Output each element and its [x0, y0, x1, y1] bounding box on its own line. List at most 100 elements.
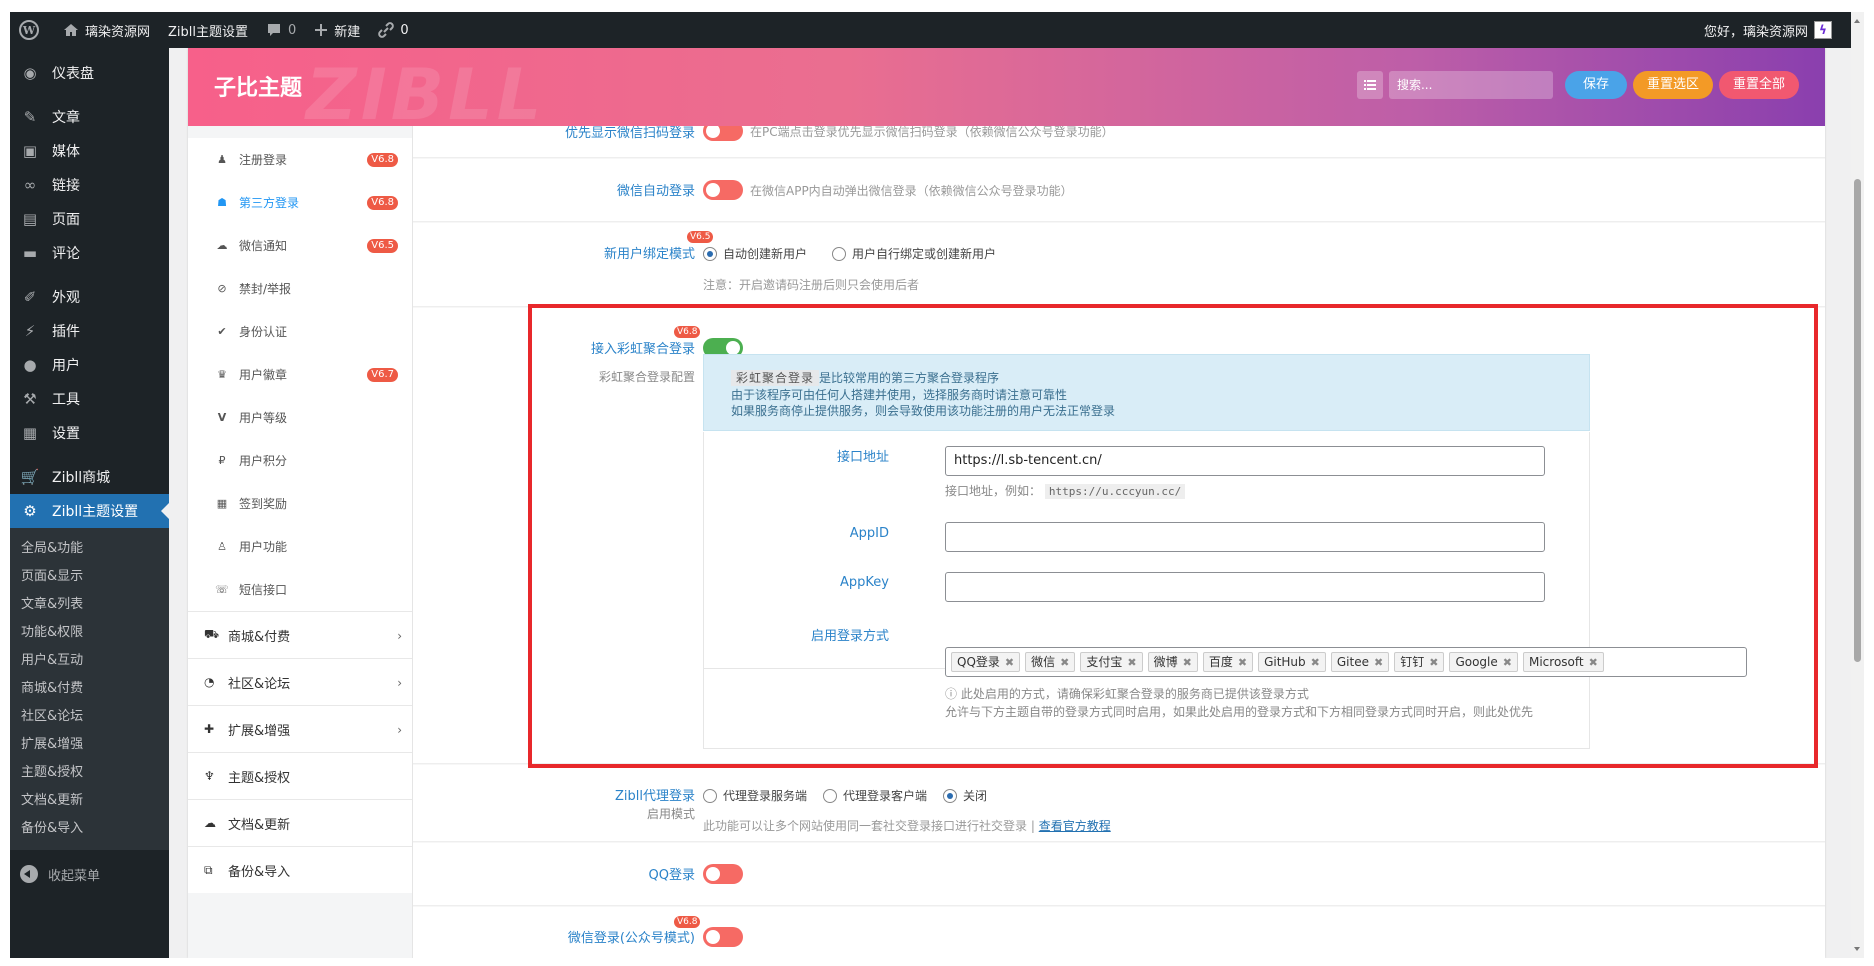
nav-item-badges[interactable]: ♛ 用户徽章 V6.7: [188, 353, 412, 396]
submenu-item[interactable]: 商城&付费: [10, 675, 169, 703]
field-label: Zibll代理登录: [615, 789, 695, 804]
admin-sidebar: ◉ 仪表盘 ✎ 文章 ▣ 媒体 ∞ 链接 ▤ 页面 ▬ 评论 ✐ 外观 ⚡ 插件 ● 用户 ⚒ 工具…: [10, 48, 169, 958]
wechat-auto-toggle[interactable]: [703, 180, 743, 200]
comments-link[interactable]: 0: [257, 12, 305, 48]
nav-section-shop[interactable]: ⛟ 商城&付费 ›: [188, 611, 412, 658]
reset-section-button[interactable]: 重置选区: [1632, 71, 1713, 99]
bind-mode-auto-radio[interactable]: 自动创建新用户: [703, 245, 807, 262]
field-label: 微信自动登录: [616, 184, 695, 199]
check-circle-icon: ✔: [217, 325, 227, 338]
account-menu[interactable]: 您好，璃染资源网 ϟ: [1695, 12, 1851, 48]
save-button[interactable]: 保存: [1564, 71, 1627, 99]
nav-item-wechat-notify[interactable]: ☁ 微信通知 V6.5: [188, 224, 412, 267]
version-badge: V6.8: [674, 916, 701, 928]
nav-item-label: 微信通知: [239, 239, 288, 253]
radio-circle: [703, 788, 717, 803]
sidebar-item-settings[interactable]: ▦ 设置: [10, 416, 169, 450]
scroll-down-icon[interactable]: [1854, 947, 1860, 954]
nav-submenu: ♟ 注册登录 V6.8 ☗ 第三方登录 V6.8 ☁ 微信通知 V6.5 ⊘ 禁封/举报 ✔ 身…: [188, 126, 412, 611]
tutorial-link[interactable]: 查看官方教程: [1039, 819, 1111, 833]
submenu-item[interactable]: 用户&互动: [10, 647, 169, 675]
nav-item-third-party-login[interactable]: ☗ 第三方登录 V6.8: [188, 181, 412, 224]
nav-item-label: 注册登录: [239, 153, 288, 167]
collapse-icon: [20, 865, 38, 883]
page-scrollbar[interactable]: [1851, 12, 1864, 958]
sidebar-item-dashboard[interactable]: ◉ 仪表盘: [10, 56, 169, 90]
trophy-icon: ♛: [217, 368, 227, 381]
nav-item-sms[interactable]: ☏ 短信接口: [188, 568, 412, 611]
nav-item-user-functions[interactable]: ♙ 用户功能: [188, 525, 412, 568]
search-input[interactable]: 搜索...: [1388, 71, 1553, 99]
submenu-item[interactable]: 主题&授权: [10, 759, 169, 787]
scroll-up-icon[interactable]: [1854, 16, 1860, 23]
qq-login-toggle[interactable]: [703, 864, 743, 884]
nav-section-backup[interactable]: ⧉ 备份&导入: [188, 846, 412, 893]
submenu-item[interactable]: 文章&列表: [10, 591, 169, 619]
site-name-link[interactable]: 璃染资源网: [54, 12, 159, 48]
proxy-server-radio[interactable]: 代理登录服务端: [703, 787, 807, 804]
sidebar-item-zibll-settings[interactable]: ⚙ Zibll主题设置: [10, 494, 169, 528]
sidebar-item-label: 页面: [52, 212, 80, 228]
nav-section-label: 文档&更新: [228, 817, 291, 833]
links-link[interactable]: 0: [369, 12, 417, 48]
sidebar-item-media[interactable]: ▣ 媒体: [10, 134, 169, 168]
links-count: 0: [400, 22, 409, 38]
submenu-item[interactable]: 扩展&增强: [10, 731, 169, 759]
wordpress-logo-icon[interactable]: W: [10, 12, 54, 48]
nav-item-points[interactable]: ₽ 用户积分: [188, 439, 412, 482]
new-content-link[interactable]: 新建: [305, 12, 369, 48]
sidebar-item-posts[interactable]: ✎ 文章: [10, 100, 169, 134]
sidebar-item-links[interactable]: ∞ 链接: [10, 168, 169, 202]
submenu-item[interactable]: 页面&显示: [10, 563, 169, 591]
proxy-off-radio[interactable]: 关闭: [943, 787, 987, 804]
nav-section-forum[interactable]: ◔ 社区&论坛 ›: [188, 658, 412, 705]
nav-item-label: 用户功能: [239, 540, 288, 554]
submenu-item[interactable]: 文档&更新: [10, 787, 169, 815]
qq-icon: ☗: [217, 196, 227, 209]
nav-section-label: 商城&付费: [228, 629, 291, 645]
chevron-right-icon: ›: [397, 723, 402, 737]
radio-label: 代理登录客户端: [843, 789, 928, 803]
nav-item-ban-report[interactable]: ⊘ 禁封/举报: [188, 267, 412, 310]
nav-section-license[interactable]: ♆ 主题&授权: [188, 752, 412, 799]
sidebar-item-zibll-shop[interactable]: 🛒 Zibll商城: [10, 460, 169, 494]
nav-item-checkin[interactable]: ▦ 签到奖励: [188, 482, 412, 525]
collapse-menu-button[interactable]: 收起菜单: [10, 856, 169, 892]
nav-section-extend[interactable]: ✚ 扩展&增强 ›: [188, 705, 412, 752]
submenu-item[interactable]: 备份&导入: [10, 815, 169, 843]
wechat-mp-login-toggle[interactable]: [703, 927, 743, 947]
submenu-item[interactable]: 社区&论坛: [10, 703, 169, 731]
top-strip: [0, 0, 1874, 12]
bind-mode-manual-radio[interactable]: 用户自行绑定或创建新用户: [832, 245, 996, 262]
sidebar-item-plugins[interactable]: ⚡ 插件: [10, 314, 169, 348]
theme-settings-link[interactable]: Zibll主题设置: [159, 12, 257, 48]
reset-all-button[interactable]: 重置全部: [1718, 71, 1799, 99]
chevron-right-icon: ›: [397, 676, 402, 690]
radio-circle: [832, 246, 846, 261]
proxy-client-radio[interactable]: 代理登录客户端: [823, 787, 927, 804]
cart-icon: 🛒: [20, 468, 40, 486]
link-icon: ∞: [23, 176, 37, 194]
sidebar-item-users[interactable]: ● 用户: [10, 348, 169, 382]
sidebar-item-appearance[interactable]: ✐ 外观: [10, 280, 169, 314]
sidebar-item-label: 设置: [52, 426, 80, 442]
nav-section-label: 主题&授权: [228, 770, 291, 786]
nav-item-levels[interactable]: V 用户等级: [188, 396, 412, 439]
expand-all-icon[interactable]: [1356, 71, 1383, 99]
nav-section-docs[interactable]: ☁ 文档&更新: [188, 799, 412, 846]
sidebar-item-tools[interactable]: ⚒ 工具: [10, 382, 169, 416]
nav-item-register[interactable]: ♟ 注册登录 V6.8: [188, 138, 412, 181]
sidebar-item-comments[interactable]: ▬ 评论: [10, 236, 169, 270]
nav-main-sections: ⛟ 商城&付费 › ◔ 社区&论坛 › ✚ 扩展&增强 › ♆ 主题&授权 ☁ 文档&更新 ⧉ 备…: [188, 611, 412, 893]
comment-icon: ▬: [22, 244, 38, 262]
submenu-item[interactable]: 功能&权限: [10, 619, 169, 647]
media-icon: ▣: [22, 142, 38, 160]
scroll-thumb[interactable]: [1854, 179, 1861, 662]
wechat-icon: ☁: [216, 239, 228, 252]
sidebar-item-pages[interactable]: ▤ 页面: [10, 202, 169, 236]
nav-item-verification[interactable]: ✔ 身份认证: [188, 310, 412, 353]
browser-frame: W 璃染资源网 Zibll主题设置 0 新建 0 您好，璃染资源网 ϟ ◉ 仪表…: [0, 0, 1874, 966]
svg-text:W: W: [22, 24, 36, 37]
submenu-item[interactable]: 全局&功能: [10, 535, 169, 563]
plugin-icon: ⚡: [24, 322, 36, 340]
